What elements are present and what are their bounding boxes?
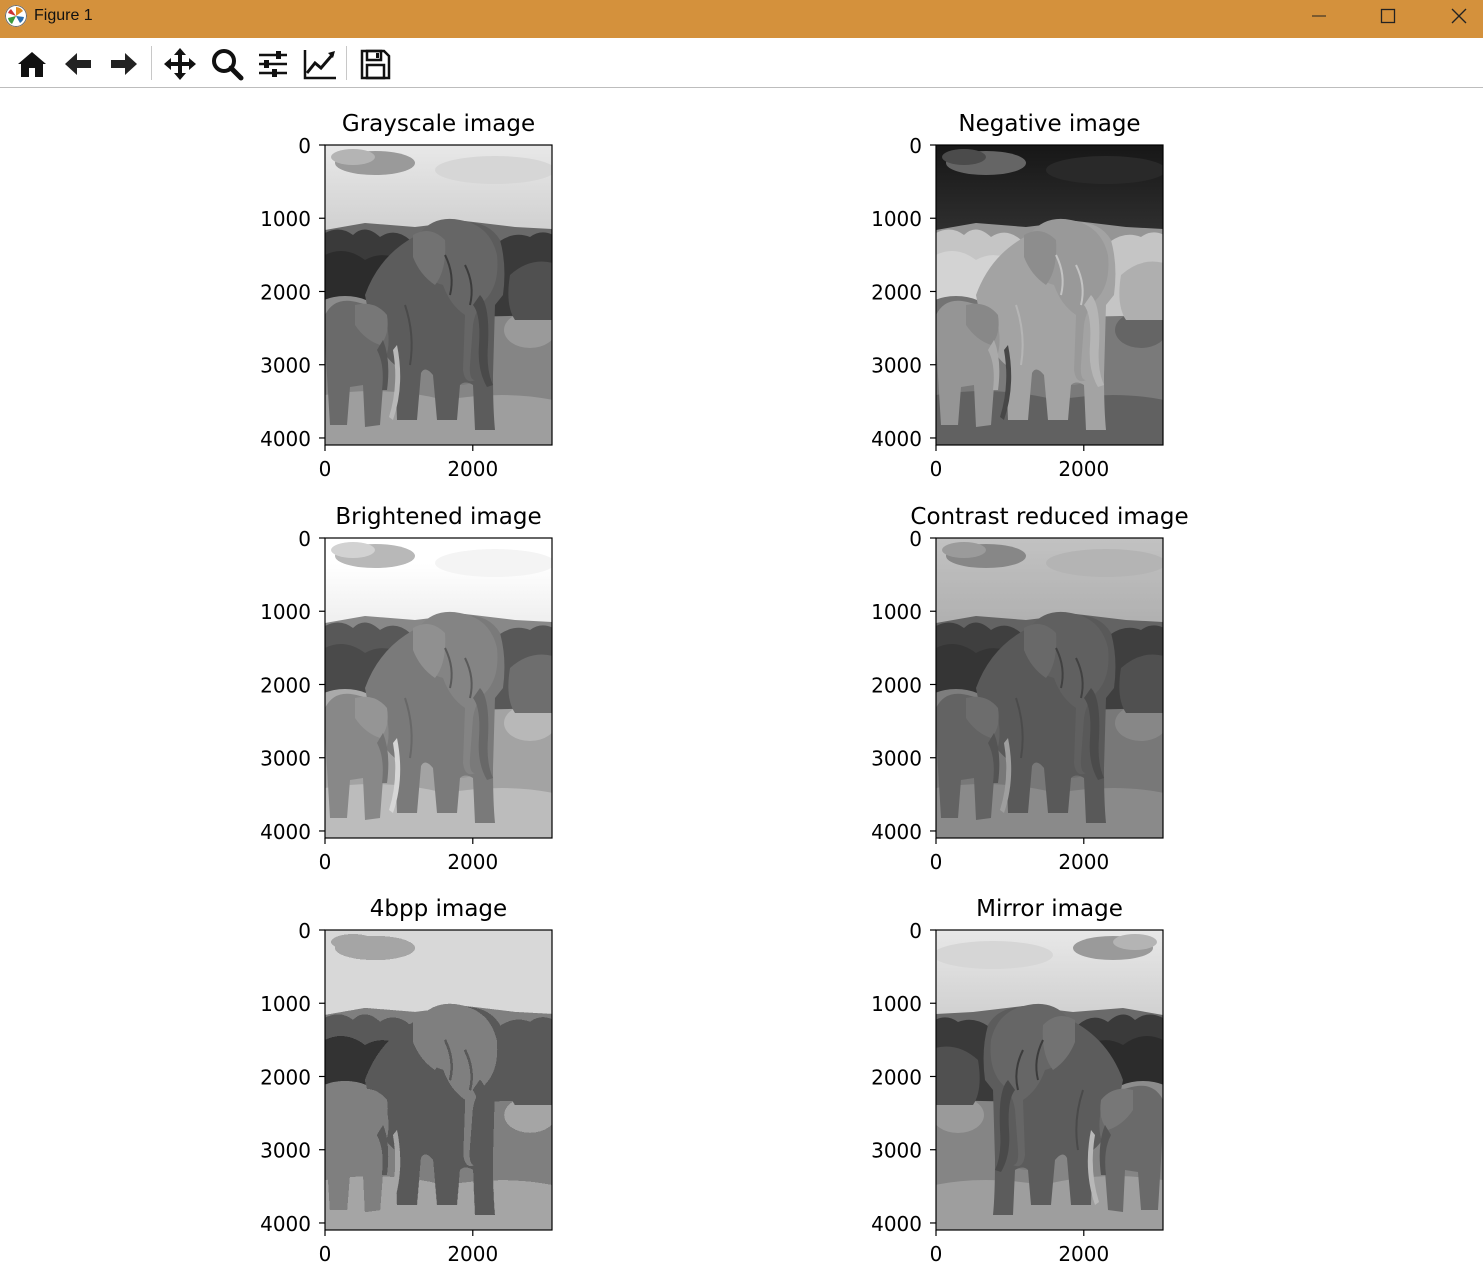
y-tick-label: 4000 <box>871 1212 922 1236</box>
y-tick-label: 1000 <box>260 207 311 231</box>
zoom-icon <box>212 49 244 81</box>
y-tick-label: 1000 <box>871 992 922 1016</box>
window-titlebar: Figure 1 <box>0 0 1483 38</box>
subplot-title: Grayscale image <box>342 111 535 137</box>
x-tick-label: 0 <box>930 1242 943 1266</box>
y-tick-label: 3000 <box>871 747 922 771</box>
subplot-image <box>936 538 1163 838</box>
maximize-button[interactable] <box>1353 0 1423 32</box>
pan-icon <box>164 48 196 80</box>
x-tick-label: 2000 <box>1058 1242 1109 1266</box>
x-tick-label: 0 <box>930 457 943 481</box>
minimize-icon <box>1312 15 1326 17</box>
save-icon <box>360 49 391 80</box>
x-tick-label: 2000 <box>1058 457 1109 481</box>
pan-button[interactable] <box>162 46 198 82</box>
y-tick-label: 3000 <box>260 354 311 378</box>
maximize-icon <box>1380 8 1396 24</box>
x-tick-label: 2000 <box>447 457 498 481</box>
y-tick-label: 2000 <box>260 1065 311 1089</box>
subplot-negative: Negative image 0 1000 2000 3000 4000 0 2000 <box>871 111 1164 481</box>
subplot-image <box>936 930 1163 1230</box>
y-tick-label: 0 <box>298 134 311 158</box>
subplot-title: 4bpp image <box>370 896 507 922</box>
forward-button[interactable] <box>106 46 142 82</box>
subplot-title: Brightened image <box>335 504 541 530</box>
subplot-image <box>325 930 552 1230</box>
forward-arrow-icon <box>111 53 137 75</box>
y-tick-label: 4000 <box>871 427 922 451</box>
y-tick-label: 4000 <box>260 427 311 451</box>
y-tick-label: 0 <box>909 919 922 943</box>
y-tick-label: 4000 <box>260 1212 311 1236</box>
x-tick-label: 2000 <box>1058 850 1109 874</box>
subplot-gray: Grayscale image 0 1000 2000 3000 4000 0 2000 <box>260 111 553 481</box>
y-tick-label: 0 <box>298 919 311 943</box>
y-tick-label: 0 <box>909 134 922 158</box>
y-tick-label: 1000 <box>871 207 922 231</box>
back-button[interactable] <box>60 46 96 82</box>
y-tick-label: 3000 <box>871 354 922 378</box>
zoom-button[interactable] <box>209 46 245 82</box>
window-title: Figure 1 <box>34 7 93 24</box>
x-tick-label: 0 <box>319 457 332 481</box>
y-tick-label: 2000 <box>260 673 311 697</box>
x-tick-label: 2000 <box>447 1242 498 1266</box>
figure-svg: Grayscale image010002000300040000 2000Neg… <box>260 111 1189 1266</box>
y-tick-label: 2000 <box>871 280 922 304</box>
configure-subplots-button[interactable] <box>255 46 291 82</box>
subplot-title: Negative image <box>958 111 1140 137</box>
y-tick-label: 3000 <box>871 1139 922 1163</box>
edit-axes-icon <box>303 50 336 80</box>
close-icon <box>1451 8 1467 24</box>
y-tick-label: 0 <box>298 527 311 551</box>
subplot-title: Mirror image <box>976 896 1123 922</box>
y-tick-label: 1000 <box>871 600 922 624</box>
subplot-lowcontrast: Contrast reduced image010002000300040000… <box>871 504 1189 874</box>
x-tick-label: 0 <box>930 850 943 874</box>
subplot-posterized: 4bpp image 0 1000 2000 3000 4000 0 2000 <box>260 896 553 1266</box>
y-tick-label: 4000 <box>871 820 922 844</box>
back-arrow-icon <box>65 53 91 75</box>
y-tick-label: 2000 <box>871 673 922 697</box>
minimize-button[interactable] <box>1284 0 1354 32</box>
save-button[interactable] <box>357 46 393 82</box>
subplot-image <box>325 538 552 838</box>
subplot-image <box>936 145 1163 445</box>
subplot-mirror: Mirror image 0 1000 2000 3000 4000 0 2000 <box>871 896 1164 1266</box>
y-tick-label: 2000 <box>260 280 311 304</box>
close-button[interactable] <box>1424 0 1483 32</box>
toolbar-separator <box>346 46 347 80</box>
subplot-bright: Brightened image 0 1000 2000 3000 4000 0 2000 <box>260 504 553 874</box>
subplot-image <box>325 145 552 445</box>
subplot-title: Contrast reduced image <box>910 504 1188 530</box>
y-tick-label: 1000 <box>260 992 311 1016</box>
configure-subplots-icon <box>259 51 287 77</box>
y-tick-label: 2000 <box>871 1065 922 1089</box>
edit-axes-button[interactable] <box>302 46 338 82</box>
y-tick-label: 1000 <box>260 600 311 624</box>
x-tick-label: 0 <box>319 1242 332 1266</box>
navigation-toolbar <box>0 38 1483 88</box>
toolbar-separator <box>151 46 152 80</box>
y-tick-label: 3000 <box>260 747 311 771</box>
y-tick-label: 3000 <box>260 1139 311 1163</box>
home-button[interactable] <box>14 46 50 82</box>
y-tick-label: 4000 <box>260 820 311 844</box>
figure-canvas[interactable]: Grayscale image 0 1000 2000 3000 4000 0 2000 Neg… <box>0 88 1483 1280</box>
x-tick-label: 2000 <box>447 850 498 874</box>
x-tick-label: 0 <box>319 850 332 874</box>
y-tick-label: 0 <box>909 527 922 551</box>
matplotlib-logo-icon <box>5 5 27 27</box>
home-icon <box>18 52 46 77</box>
